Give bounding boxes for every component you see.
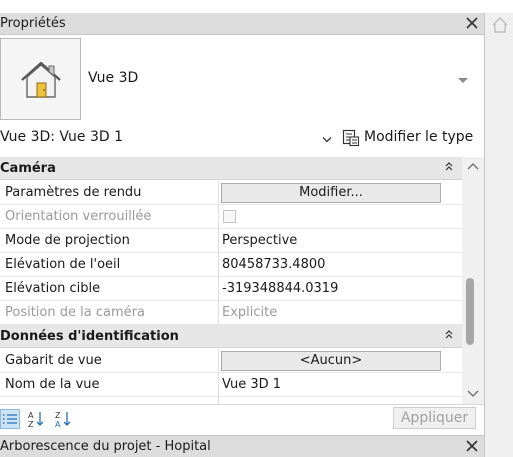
property-name: Gabarit de vue	[5, 353, 102, 368]
svg-text:A: A	[55, 420, 61, 429]
properties-scrollbar[interactable]	[462, 157, 484, 404]
section-header-identity-data[interactable]: Données d'identification	[0, 325, 462, 348]
collapse-icon[interactable]	[443, 328, 455, 342]
close-icon[interactable]	[464, 436, 480, 457]
svg-text:Z: Z	[28, 420, 34, 429]
render-settings-edit-button[interactable]: Modifier...	[221, 183, 441, 203]
edit-type-icon[interactable]	[342, 129, 360, 147]
property-row-render-settings: Paramètres de rendu Modifier...	[0, 181, 462, 205]
sort-za-icon[interactable]: Z A	[54, 409, 74, 429]
column-divider	[218, 205, 219, 229]
home-icon[interactable]	[490, 14, 510, 36]
chevron-down-icon[interactable]	[458, 74, 468, 83]
instance-filter-row: Vue 3D: Vue 3D 1 Modifier le type	[0, 124, 484, 152]
property-name: Orientation verrouillée	[5, 209, 152, 224]
column-divider	[218, 373, 219, 397]
project-browser-title: Arborescence du projet - Hopital	[0, 439, 211, 454]
projection-mode-value[interactable]: Perspective	[222, 233, 297, 248]
chevron-up-icon[interactable]	[467, 161, 479, 171]
section-header-camera[interactable]: Caméra	[0, 157, 462, 180]
property-name: Position de la caméra	[5, 305, 145, 320]
chevron-down-icon[interactable]	[467, 387, 479, 397]
chevron-down-icon[interactable]	[322, 133, 332, 143]
property-row-camera-position: Position de la caméra Explicite	[0, 301, 462, 325]
section-label: Caméra	[0, 161, 56, 176]
project-browser-title-bar[interactable]: Arborescence du projet - Hopital	[0, 435, 484, 457]
svg-text:A: A	[28, 411, 34, 420]
property-row-target-elevation: Elévation cible -319348844.0319	[0, 277, 462, 301]
column-divider	[218, 229, 219, 253]
column-divider	[218, 253, 219, 277]
property-row-locked-orientation: Orientation verrouillée	[0, 205, 462, 229]
collapse-icon[interactable]	[443, 160, 455, 174]
eye-elevation-value[interactable]: 80458733.4800	[222, 257, 325, 272]
property-row-view-template: Gabarit de vue <Aucun>	[0, 349, 462, 373]
column-divider	[218, 397, 219, 404]
scrollbar-thumb[interactable]	[466, 278, 474, 345]
properties-grid: Caméra Paramètres de rendu Modifier... O…	[0, 157, 462, 404]
property-row-eye-elevation: Elévation de l'oeil 80458733.4800	[0, 253, 462, 277]
view-name-value[interactable]: Vue 3D 1	[222, 377, 281, 392]
property-row-projection-mode: Mode de projection Perspective	[0, 229, 462, 253]
adjacent-panel-strip	[484, 13, 513, 457]
close-icon[interactable]	[464, 13, 480, 35]
svg-text:Z: Z	[55, 411, 61, 420]
properties-title-bar[interactable]: Propriétés	[0, 13, 484, 35]
column-divider	[218, 301, 219, 325]
section-label: Données d'identification	[0, 329, 179, 344]
type-name: Vue 3D	[88, 70, 139, 86]
property-name: Nom de la vue	[5, 377, 100, 392]
column-divider	[218, 277, 219, 301]
camera-position-value: Explicite	[222, 305, 278, 320]
house-icon	[21, 61, 61, 98]
view-template-button[interactable]: <Aucun>	[221, 351, 441, 371]
property-name: Elévation cible	[5, 281, 101, 296]
column-divider	[218, 349, 219, 373]
locked-orientation-checkbox	[223, 210, 236, 223]
instance-filter-select[interactable]: Vue 3D: Vue 3D 1	[0, 129, 123, 145]
properties-panel: Propriétés Vue 3D Vue 3D: Vue 3D 1 Modif…	[0, 0, 484, 457]
properties-toolbar: A Z Z A Appliquer	[0, 404, 484, 432]
list-categorized-icon[interactable]	[0, 409, 20, 429]
target-elevation-value[interactable]: -319348844.0319	[222, 281, 338, 296]
sort-az-icon[interactable]: A Z	[27, 409, 47, 429]
property-row-partial	[0, 397, 462, 404]
properties-title: Propriétés	[0, 16, 66, 31]
property-name: Mode de projection	[5, 233, 130, 248]
column-divider	[218, 181, 219, 205]
property-row-view-name: Nom de la vue Vue 3D 1	[0, 373, 462, 397]
property-name: Elévation de l'oeil	[5, 257, 121, 272]
edit-type-button[interactable]: Modifier le type	[364, 129, 473, 145]
property-name: Paramètres de rendu	[5, 185, 142, 200]
type-thumbnail	[0, 38, 81, 120]
apply-button[interactable]: Appliquer	[393, 407, 476, 429]
type-selector[interactable]: Vue 3D	[0, 36, 484, 122]
